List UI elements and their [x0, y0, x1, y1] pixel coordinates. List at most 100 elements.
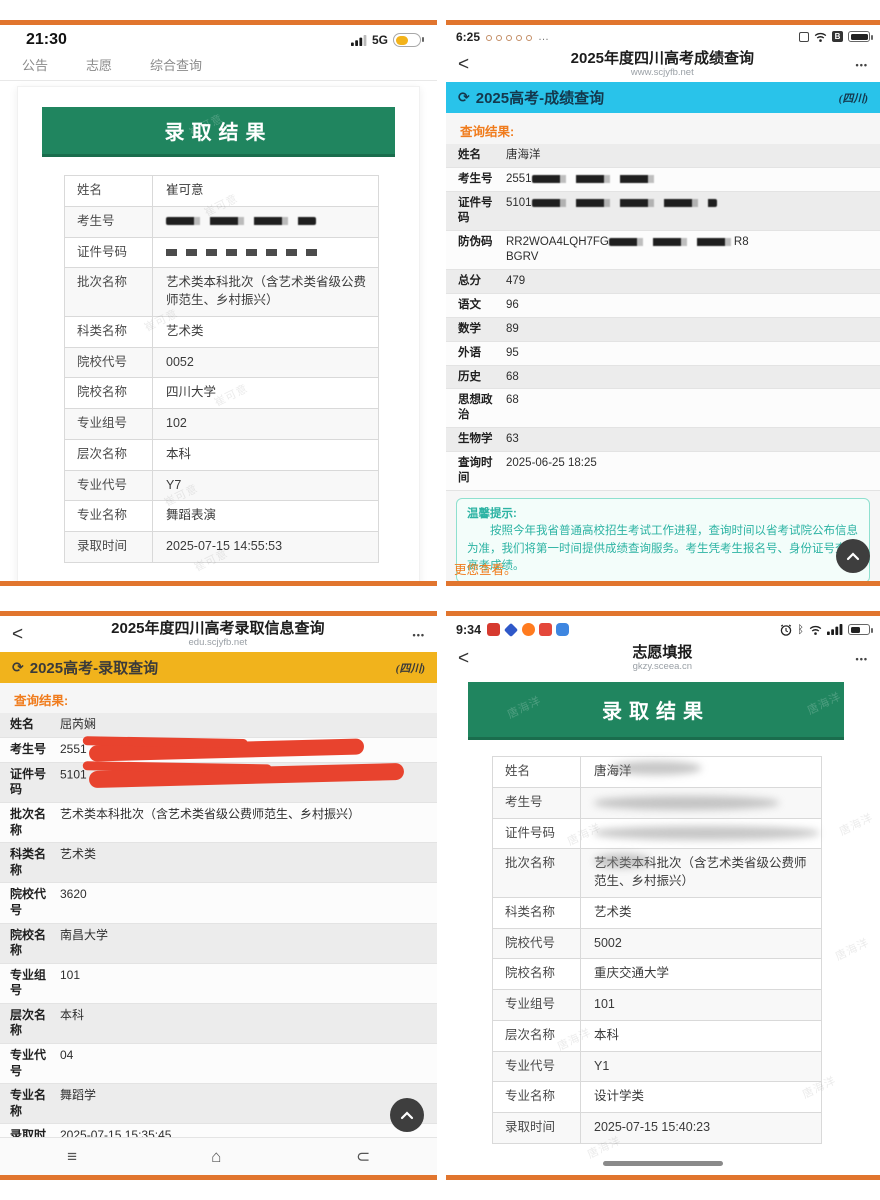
row-label: 考生号 [0, 738, 54, 762]
table-row: 批次名称艺术类本科批次（含艺术类省级公费师范生、乡村振兴） [493, 849, 821, 898]
panel-admission-query: < 2025年度四川高考录取信息查询 edu.scjyfb.net ••• ⟳ … [0, 611, 437, 1180]
app-icon [539, 623, 552, 636]
watermark-text: 唐海洋 [836, 809, 875, 839]
frame-line [0, 1175, 437, 1180]
row-value: 2025-07-15 15:40:23 [581, 1113, 821, 1143]
row-label: 录取时间 [65, 532, 153, 562]
row-value: 5002 [581, 929, 821, 959]
table-row: 层次名称本科 [65, 440, 378, 471]
ellipsis-icon: … [538, 31, 549, 43]
row-value: 2551 [500, 168, 880, 191]
home-button[interactable]: ⌂ [211, 1147, 221, 1167]
row-value: 本科 [54, 1004, 437, 1043]
back-button[interactable]: < [458, 649, 469, 668]
scroll-top-button[interactable] [836, 539, 870, 573]
more-menu-button[interactable]: ••• [413, 630, 425, 640]
redaction-scribble [89, 763, 404, 788]
back-button[interactable]: < [12, 625, 23, 644]
row-value: 唐海洋 [581, 757, 821, 787]
table-row: 层次名称本科 [0, 1004, 437, 1044]
table-row: 科类名称艺术类 [493, 898, 821, 929]
row-label: 专业代号 [493, 1052, 581, 1082]
page-url: www.scjyfb.net [469, 68, 855, 79]
status-bar: 21:30 5G [0, 25, 437, 51]
table-row: 证件号码 [65, 238, 378, 269]
frame-line [446, 581, 880, 586]
table-row: 院校名称南昌大学 [0, 924, 437, 964]
table-row: 专业名称舞蹈表演 [65, 501, 378, 532]
row-value [153, 238, 378, 268]
android-nav-bar: ≡ ⌂ ⊃ [0, 1137, 437, 1175]
home-indicator[interactable] [603, 1161, 723, 1166]
row-value: 四川大学 [153, 378, 378, 408]
app-icon [556, 623, 569, 636]
row-value: RR2WOA4LQH7FGR8BGRV [500, 231, 880, 269]
row-label: 专业名称 [493, 1082, 581, 1112]
table-row: 生物学63 [446, 428, 880, 452]
row-label: 科类名称 [65, 317, 153, 347]
panel-volunteer-result: 9:34 ᛒ < 志愿填报 gkzy.sceea.cn ••• 录取结果 姓名唐… [446, 611, 880, 1180]
android-back-button[interactable]: ⊃ [356, 1147, 370, 1167]
back-button[interactable]: < [458, 55, 469, 74]
table-row: 思想政治68 [446, 389, 880, 428]
page-title: 2025年度四川高考录取信息查询 [23, 620, 412, 637]
table-row: 证件号码 [493, 819, 821, 850]
row-value-tail: R8 [734, 236, 749, 248]
refresh-icon[interactable]: ⟳ [458, 89, 470, 106]
row-label: 专业名称 [0, 1084, 54, 1123]
row-value: 95 [500, 342, 880, 365]
table-row: 层次名称本科 [493, 1021, 821, 1052]
row-label: 院校代号 [493, 929, 581, 959]
table-row: 院校代号0052 [65, 348, 378, 379]
table-row: 姓名崔可意 [65, 176, 378, 207]
table-row: 院校代号5002 [493, 929, 821, 960]
region-label: (四川) [839, 90, 868, 106]
recents-button[interactable]: ≡ [67, 1147, 77, 1167]
row-value: Y1 [581, 1052, 821, 1082]
tab-comprehensive-query[interactable]: 综合查询 [150, 55, 202, 74]
page-url: edu.scjyfb.net [23, 638, 412, 649]
row-value: 101 [581, 990, 821, 1020]
table-row: 防伪码RR2WOA4LQH7FGR8BGRV [446, 231, 880, 270]
table-row: 专业代号04 [0, 1044, 437, 1084]
page-title: 志愿填报 [469, 644, 855, 661]
row-value: 艺术类 [54, 843, 437, 882]
tab-volunteer[interactable]: 志愿 [86, 55, 112, 74]
row-label: 生物学 [446, 428, 500, 451]
row-value: 艺术类本科批次（含艺术类省级公费师范生、乡村振兴） [54, 803, 437, 842]
row-label: 姓名 [493, 757, 581, 787]
redaction-smudge [594, 826, 819, 840]
row-value: 舞蹈表演 [153, 501, 378, 531]
table-row: 姓名屈芮娴 [0, 713, 437, 738]
refresh-icon[interactable]: ⟳ [12, 659, 24, 676]
result-table: 姓名唐海洋考生号证件号码批次名称艺术类本科批次（含艺术类省级公费师范生、乡村振兴… [492, 756, 822, 1144]
row-value: 89 [500, 318, 880, 341]
table-row: 总分479 [446, 270, 880, 294]
page-title: 2025年度四川高考成绩查询 [469, 50, 855, 67]
row-value: 3620 [54, 883, 437, 922]
row-label: 防伪码 [446, 231, 500, 269]
bluetooth-icon: ᛒ [797, 623, 804, 636]
app-icon [522, 623, 535, 636]
table-row: 姓名唐海洋 [446, 144, 880, 168]
row-label: 证件号码 [493, 819, 581, 849]
table-row: 证件号码5101 [0, 763, 437, 803]
scroll-top-button[interactable] [390, 1098, 424, 1132]
panel-admission-result-app: 21:30 5G 公告 志愿 综合查询 录取结果 姓名崔可意考生号证件号码批次名… [0, 20, 437, 586]
result-banner: 录取结果 [42, 107, 395, 157]
row-label: 考生号 [446, 168, 500, 191]
table-row: 专业组号101 [493, 990, 821, 1021]
network-label: 5G [372, 33, 388, 47]
tab-bar: 公告 志愿 综合查询 [0, 51, 437, 81]
row-label: 院校代号 [65, 348, 153, 378]
row-value: 重庆交通大学 [581, 959, 821, 989]
tip-body: 按照今年我省普通高校招生考试工作进程，查询时间以省考试院公布信息为准，我们将第一… [467, 523, 859, 575]
more-menu-button[interactable]: ••• [856, 654, 868, 664]
row-label: 批次名称 [0, 803, 54, 842]
frame-line [0, 581, 437, 586]
more-menu-button[interactable]: ••• [856, 60, 868, 70]
row-label: 证件号码 [0, 763, 54, 802]
table-row: 专业组号101 [0, 964, 437, 1004]
tab-announcements[interactable]: 公告 [22, 55, 48, 74]
row-value: 102 [153, 409, 378, 439]
